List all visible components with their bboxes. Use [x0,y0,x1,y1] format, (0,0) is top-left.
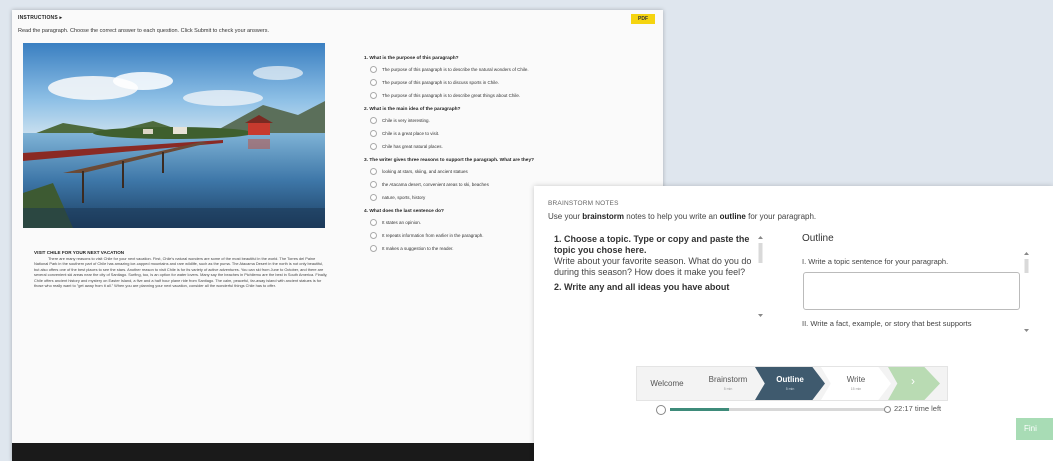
question-title: 2. What is the main idea of the paragrap… [364,107,461,112]
radio-button[interactable] [370,92,377,99]
scroll-thumb [758,243,763,263]
pdf-button[interactable]: PDF [631,14,655,24]
step2-heading: 2. Write any and all ideas you have abou… [554,282,730,292]
photo-image [23,43,325,228]
answer-option[interactable]: looking at stars, skiing, and ancient st… [364,165,654,178]
radio-button[interactable] [370,143,377,150]
answer-option[interactable]: Chile has great natural places. [364,140,654,153]
radio-button[interactable] [370,130,377,137]
radio-button[interactable] [370,117,377,124]
step-brainstorm[interactable]: Brainstorm 5 min [697,367,759,400]
answer-option[interactable]: The purpose of this paragraph is to desc… [364,63,654,76]
passage-body: There are many reasons to visit Chile fo… [34,256,328,289]
answer-option[interactable]: Chile is a great place to visit. [364,127,654,140]
chile-lake-photo [23,43,325,228]
scroll-thumb [1024,259,1029,273]
outline-prompt-1: I. Write a topic sentence for your parag… [802,257,949,266]
answer-option[interactable]: Chile is very interesting. [364,114,654,127]
outline-writing-window: BRAINSTORM NOTES Use your brainstorm not… [534,186,1053,461]
step-welcome[interactable]: Welcome [637,367,697,400]
radio-button[interactable] [370,194,377,201]
step-write[interactable]: Write 15 min [821,367,891,400]
instructions-bar: INSTRUCTIONS ▸ PDF [12,10,663,28]
timer-end-icon [884,406,891,413]
time-progress-fill [670,408,729,411]
chevron-right-icon: › [911,374,915,388]
option-label: The purpose of this paragraph is to desc… [382,93,521,98]
brainstorm-instructions: Use your brainstorm notes to help you wr… [548,212,817,221]
instructions-text: Read the paragraph. Choose the correct a… [18,28,269,34]
answer-option[interactable]: The purpose of this paragraph is to disc… [364,76,654,89]
brainstorm-notes-title: BRAINSTORM NOTES [548,200,619,207]
radio-button[interactable] [370,219,377,226]
radio-button[interactable] [370,181,377,188]
option-label: looking at stars, skiing, and ancient st… [382,169,468,174]
radio-button[interactable] [370,66,377,73]
option-label: It makes a suggestion to the reader. [382,246,454,251]
option-label: It states an opinion. [382,220,422,225]
scroll-up-icon [758,236,763,239]
topic-sentence-input[interactable] [803,272,1020,310]
time-progress-bar [670,408,888,411]
radio-button[interactable] [370,232,377,239]
option-label: the Atacama desert, convenient areas to … [382,182,489,187]
time-label: time left [914,404,942,413]
time-left-readout: 22:17 time left [894,404,941,413]
radio-button[interactable] [370,79,377,86]
option-label: Chile is very interesting. [382,118,430,123]
radio-button[interactable] [370,245,377,252]
notes-scrollbar[interactable] [756,234,765,319]
finish-button[interactable]: Fini [1016,418,1053,440]
outline-heading: Outline [802,233,834,244]
question-title: 3. The writer gives three reasons to sup… [364,158,535,163]
scroll-up-icon [1024,252,1029,255]
option-label: The purpose of this paragraph is to desc… [382,67,529,72]
outline-scrollbar[interactable] [1022,250,1031,334]
option-label: Chile has great natural places. [382,144,443,149]
scroll-down-icon [758,314,763,317]
option-label: The purpose of this paragraph is to disc… [382,80,500,85]
instructions-toggle[interactable]: INSTRUCTIONS ▸ [18,15,62,21]
passage-title: VISIT CHILE FOR YOUR NEXT VACATION [34,250,125,255]
step1-heading: 1. Choose a topic. Type or copy and past… [554,234,750,255]
reading-passage: VISIT CHILE FOR YOUR NEXT VACATION There… [34,250,328,288]
scroll-down-icon [1024,329,1029,332]
question-1: 1. What is the purpose of this paragraph… [364,54,654,102]
step-outline[interactable]: Outline 5 min [755,367,825,400]
step1-text: Write about your favorite season. What d… [554,256,752,277]
question-2: 2. What is the main idea of the paragrap… [364,105,654,153]
option-label: It repeats information from earlier in t… [382,233,484,238]
option-label: Chile is a great place to visit. [382,131,440,136]
answer-option[interactable]: The purpose of this paragraph is to desc… [364,89,654,102]
time-value: 22:17 [894,404,913,413]
brainstorm-notes-pane[interactable]: 1. Choose a topic. Type or copy and past… [554,234,770,319]
option-label: nature, sports, history [382,195,426,200]
radio-button[interactable] [370,168,377,175]
timer-start-icon [656,405,666,415]
outline-prompt-2: II. Write a fact, example, or story that… [802,319,972,328]
question-title: 1. What is the purpose of this paragraph… [364,56,459,61]
